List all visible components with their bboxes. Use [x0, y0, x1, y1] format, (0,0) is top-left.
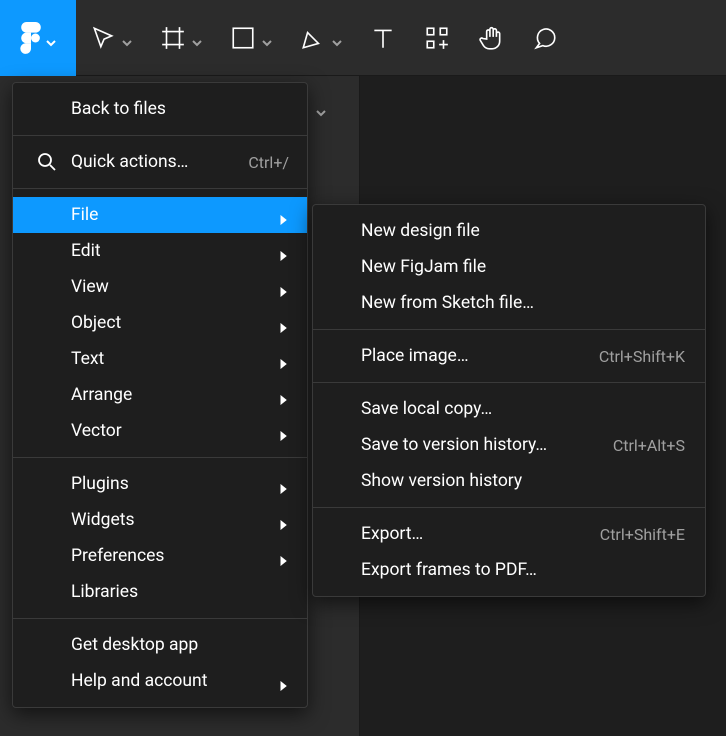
- menu-separator: [13, 618, 307, 619]
- submenu-item-export[interactable]: Export…Ctrl+Shift+E: [313, 516, 705, 552]
- menu-item-label: Quick actions…: [71, 152, 248, 172]
- text-icon: [370, 25, 396, 51]
- menu-item-label: Plugins: [71, 474, 279, 494]
- chevron-right-icon: [279, 354, 289, 364]
- chevron-down-icon: [262, 33, 272, 43]
- submenu-item-label: Save to version history…: [361, 435, 613, 455]
- menu-item-label: Text: [71, 349, 279, 369]
- submenu-item-place-image[interactable]: Place image…Ctrl+Shift+K: [313, 338, 705, 374]
- chevron-right-icon: [279, 426, 289, 436]
- submenu-item-shortcut: Ctrl+Shift+E: [600, 525, 685, 544]
- comment-tool-button[interactable]: [518, 0, 572, 76]
- menu-item-label: File: [71, 205, 279, 225]
- submenu-item-shortcut: Ctrl+Shift+K: [599, 347, 685, 366]
- menu-separator: [13, 457, 307, 458]
- chevron-right-icon: [279, 515, 289, 525]
- submenu-item-label: Place image…: [361, 346, 599, 366]
- submenu-item-new-from-sketch-file[interactable]: New from Sketch file…: [313, 285, 705, 321]
- menu-separator: [13, 135, 307, 136]
- submenu-item-save-local-copy[interactable]: Save local copy…: [313, 391, 705, 427]
- menu-separator: [313, 329, 705, 330]
- shape-tool-button[interactable]: [216, 0, 286, 76]
- menu-item-label: Get desktop app: [71, 635, 289, 655]
- chevron-right-icon: [279, 246, 289, 256]
- menu-item-label: View: [71, 277, 279, 297]
- frame-icon: [160, 25, 186, 51]
- submenu-item-new-design-file[interactable]: New design file: [313, 213, 705, 249]
- chevron-right-icon: [279, 210, 289, 220]
- menu-item-libraries[interactable]: Libraries: [13, 574, 307, 610]
- menu-item-label: Help and account: [71, 671, 279, 691]
- menu-item-plugins[interactable]: Plugins: [13, 466, 307, 502]
- menu-item-widgets[interactable]: Widgets: [13, 502, 307, 538]
- figma-menu-button[interactable]: [0, 0, 76, 76]
- submenu-item-save-to-version-history[interactable]: Save to version history…Ctrl+Alt+S: [313, 427, 705, 463]
- chevron-down-icon: [122, 33, 132, 43]
- submenu-item-shortcut: Ctrl+Alt+S: [613, 436, 685, 455]
- pen-tool-button[interactable]: [286, 0, 356, 76]
- menu-item-get-desktop-app[interactable]: Get desktop app: [13, 627, 307, 663]
- menu-item-object[interactable]: Object: [13, 305, 307, 341]
- text-tool-button[interactable]: [356, 0, 410, 76]
- chevron-down-icon: [192, 33, 202, 43]
- menu-item-back-to-files[interactable]: Back to files: [13, 91, 307, 127]
- hand-tool-button[interactable]: [464, 0, 518, 76]
- chevron-down-icon: [46, 33, 56, 43]
- menu-item-arrange[interactable]: Arrange: [13, 377, 307, 413]
- menu-item-help-and-account[interactable]: Help and account: [13, 663, 307, 699]
- menu-separator: [13, 188, 307, 189]
- submenu-item-label: New design file: [361, 221, 685, 241]
- chevron-right-icon: [279, 282, 289, 292]
- menu-item-file[interactable]: File: [13, 197, 307, 233]
- menu-item-preferences[interactable]: Preferences: [13, 538, 307, 574]
- submenu-item-label: Save local copy…: [361, 399, 685, 419]
- submenu-item-new-figjam-file[interactable]: New FigJam file: [313, 249, 705, 285]
- resources-button[interactable]: [410, 0, 464, 76]
- comment-icon: [532, 25, 558, 51]
- submenu-item-label: Export frames to PDF…: [361, 560, 685, 580]
- chevron-right-icon: [279, 551, 289, 561]
- pen-icon: [300, 25, 326, 51]
- chevron-right-icon: [279, 676, 289, 686]
- menu-item-label: Preferences: [71, 546, 279, 566]
- submenu-item-show-version-history[interactable]: Show version history: [313, 463, 705, 499]
- file-submenu: New design file New FigJam file New from S…: [312, 204, 706, 597]
- menu-item-label: Back to files: [71, 99, 289, 119]
- menu-item-edit[interactable]: Edit: [13, 233, 307, 269]
- menu-item-label: Widgets: [71, 510, 279, 530]
- chevron-down-icon: [332, 33, 342, 43]
- menu-separator: [313, 507, 705, 508]
- chevron-down-icon: [316, 103, 326, 113]
- submenu-item-export-frames-to-pdf[interactable]: Export frames to PDF…: [313, 552, 705, 588]
- resources-icon: [424, 25, 450, 51]
- menu-item-label: Edit: [71, 241, 279, 261]
- submenu-item-label: New from Sketch file…: [361, 293, 685, 313]
- menu-item-label: Object: [71, 313, 279, 333]
- menu-item-text[interactable]: Text: [13, 341, 307, 377]
- submenu-item-label: New FigJam file: [361, 257, 685, 277]
- move-tool-button[interactable]: [76, 0, 146, 76]
- menu-item-view[interactable]: View: [13, 269, 307, 305]
- menu-item-vector[interactable]: Vector: [13, 413, 307, 449]
- menu-item-label: Vector: [71, 421, 279, 441]
- menu-item-label: Libraries: [71, 582, 289, 602]
- chevron-right-icon: [279, 318, 289, 328]
- menu-item-quick-actions[interactable]: Quick actions… Ctrl+/: [13, 144, 307, 180]
- toolbar: [0, 0, 726, 76]
- menu-item-shortcut: Ctrl+/: [248, 153, 289, 172]
- hand-icon: [478, 25, 504, 51]
- menu-item-label: Arrange: [71, 385, 279, 405]
- submenu-item-label: Export…: [361, 524, 600, 544]
- menu-separator: [313, 382, 705, 383]
- figma-logo-icon: [20, 22, 42, 54]
- submenu-item-label: Show version history: [361, 471, 685, 491]
- frame-tool-button[interactable]: [146, 0, 216, 76]
- rectangle-icon: [230, 25, 256, 51]
- main-menu: Back to files Quick actions… Ctrl+/ File…: [12, 82, 308, 708]
- chevron-right-icon: [279, 479, 289, 489]
- chevron-right-icon: [279, 390, 289, 400]
- search-icon: [37, 152, 57, 172]
- cursor-icon: [90, 25, 116, 51]
